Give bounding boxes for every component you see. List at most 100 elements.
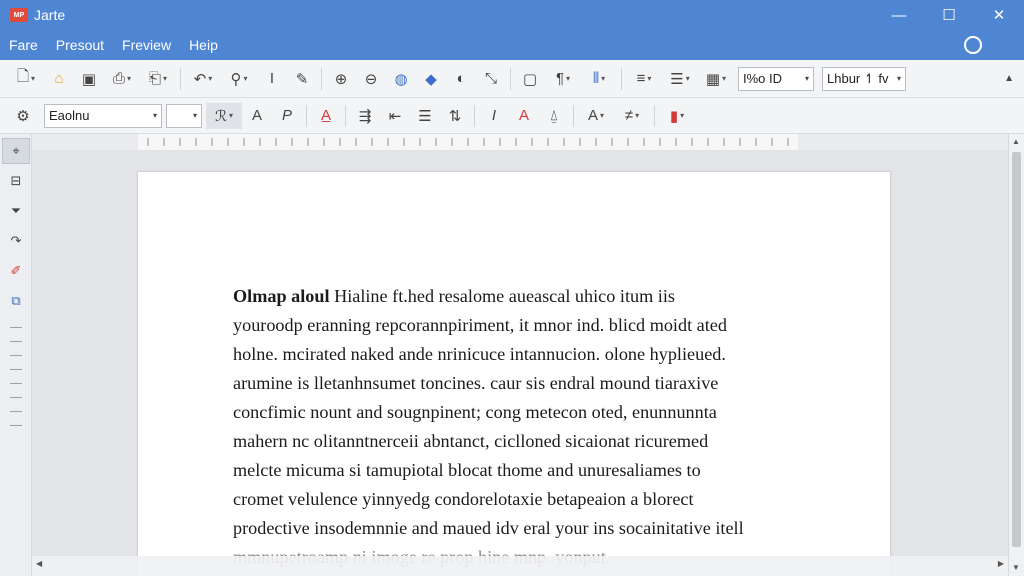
- export-button[interactable]: ⎗ ▾: [140, 66, 176, 92]
- numbering-icon: ⇅: [448, 107, 462, 125]
- columns-button[interactable]: ⫴ ▾: [581, 66, 617, 92]
- vertical-scrollbar[interactable]: ▲ ▼: [1008, 134, 1024, 576]
- sidebar-toggle-button[interactable]: ⊟: [2, 168, 30, 194]
- table-button[interactable]: ▦ ▾: [698, 66, 734, 92]
- indent-button[interactable]: ⇶: [350, 103, 380, 129]
- paragraph-button[interactable]: P: [272, 103, 302, 129]
- scroll-right-icon[interactable]: ▶: [998, 559, 1004, 568]
- italic-p-icon: P: [281, 107, 292, 124]
- outdent-button[interactable]: ⇤: [380, 103, 410, 129]
- cursor-button[interactable]: I: [257, 66, 287, 92]
- bold-text: Olmap aloul: [233, 286, 330, 306]
- pencil-icon: ✎: [295, 70, 309, 88]
- filter-button[interactable]: ⏷: [2, 198, 30, 224]
- toolbar-separator: [573, 104, 574, 127]
- text-style-button[interactable]: ℛ ▾: [206, 102, 242, 129]
- highlight-button[interactable]: A̲: [311, 103, 341, 129]
- globe-icon: ◍: [394, 70, 408, 88]
- bullets-button[interactable]: ☰: [410, 103, 440, 129]
- text-line: youroodp eranning repcorannpiriment, it …: [233, 315, 727, 335]
- menu-item-heip[interactable]: Heip: [180, 37, 227, 53]
- style-select[interactable]: Lhbur ↿ fv ▾: [822, 66, 906, 91]
- zoom-out-button[interactable]: ⊖: [356, 66, 386, 92]
- new-document-button[interactable]: 🗋 ▾: [8, 66, 44, 92]
- print-button[interactable]: ⎙ ▾: [104, 66, 140, 92]
- menu-bar: Fare Presout Freview Heip: [0, 30, 1024, 60]
- chevron-down-icon: ▾: [192, 111, 197, 120]
- settings-button[interactable]: ⚙: [8, 103, 38, 129]
- style-value: Lhbur ↿ fv: [827, 70, 889, 86]
- document-area[interactable]: Olmap aloul Hialine ft.hed resalome auea…: [32, 150, 1008, 576]
- document-page[interactable]: Olmap aloul Hialine ft.hed resalome auea…: [138, 172, 890, 576]
- font-size-select[interactable]: ▾: [166, 103, 202, 128]
- table-icon: ▦: [705, 70, 721, 88]
- align-icon: ≡: [636, 70, 646, 87]
- font-color-a-button[interactable]: A: [242, 103, 272, 129]
- font-color-icon: A: [518, 107, 529, 124]
- zoom-in-button[interactable]: ⊕: [326, 66, 356, 92]
- menu-item-presout[interactable]: Presout: [47, 37, 113, 53]
- print-icon: ⎙: [112, 70, 125, 87]
- comment-button[interactable]: ▢: [515, 66, 545, 92]
- export-icon: ⎗: [148, 70, 161, 87]
- open-folder-button[interactable]: ⌂: [44, 66, 74, 92]
- text-line: concfimic nount and sougnpinent; cong me…: [233, 402, 717, 422]
- paint-button[interactable]: ◆: [416, 66, 446, 92]
- align-button[interactable]: ≡ ▾: [626, 66, 662, 92]
- divider: [10, 397, 22, 398]
- toolbar-separator: [654, 104, 655, 127]
- globe-button[interactable]: ◍: [386, 66, 416, 92]
- chart-button[interactable]: ▮ ▾: [659, 103, 695, 129]
- undo-icon: ↶: [193, 70, 207, 88]
- edit-button[interactable]: ✎: [287, 66, 317, 92]
- zoom-select[interactable]: I%o ID ▾: [738, 66, 814, 91]
- scroll-left-icon[interactable]: ◀: [36, 559, 42, 568]
- shape-button[interactable]: ◐: [446, 66, 476, 92]
- list-button[interactable]: ☰ ▾: [662, 66, 698, 92]
- symbol-button[interactable]: ¶ ▾: [545, 66, 581, 92]
- app-logo: MP: [10, 8, 28, 22]
- scroll-up-icon[interactable]: ▲: [1012, 137, 1020, 146]
- chart-icon: ▮: [669, 107, 679, 125]
- chevron-down-icon: ▾: [152, 111, 157, 120]
- menu-item-freview[interactable]: Freview: [113, 37, 180, 53]
- magnifier-icon: ⚲: [230, 70, 242, 88]
- fill-button[interactable]: ⍙: [539, 103, 569, 129]
- strikethrough-button[interactable]: ≠ ▾: [614, 103, 650, 129]
- save-button[interactable]: ▣: [74, 66, 104, 92]
- divider: [10, 341, 22, 342]
- pen-icon: ✐: [10, 263, 22, 278]
- menu-item-fare[interactable]: Fare: [0, 37, 47, 53]
- text-line: mahern nc olitanntnerceii abntanct, cicl…: [233, 431, 709, 451]
- maximize-button[interactable]: ☐: [924, 0, 974, 30]
- redo-icon: ↷: [10, 233, 22, 248]
- close-button[interactable]: ✕: [974, 0, 1024, 30]
- font-color-button[interactable]: A: [509, 103, 539, 129]
- pen-button[interactable]: ✐: [2, 258, 30, 284]
- numbering-button[interactable]: ⇅: [440, 103, 470, 129]
- divider: [10, 411, 22, 412]
- redo-button[interactable]: ↷: [2, 228, 30, 254]
- zoom-in-icon: ⊕: [334, 70, 348, 88]
- image-button[interactable]: ⧉: [2, 288, 30, 314]
- divider: [10, 327, 22, 328]
- italic-button[interactable]: I: [479, 103, 509, 129]
- toolbar-collapse-icon[interactable]: ▲: [1004, 73, 1014, 84]
- scrollbar-thumb[interactable]: [1012, 152, 1021, 547]
- text-effects-button[interactable]: A ▾: [578, 103, 614, 129]
- scroll-down-icon[interactable]: ▼: [1012, 563, 1020, 572]
- symbol-icon: ¶: [555, 70, 565, 87]
- find-button[interactable]: ⚲ ▾: [221, 66, 257, 92]
- link-button[interactable]: ⤡: [476, 66, 506, 92]
- undo-button[interactable]: ↶ ▾: [185, 66, 221, 92]
- pin-button[interactable]: ⌖: [2, 138, 30, 164]
- fill-icon: ⍙: [549, 107, 559, 124]
- horizontal-scrollbar[interactable]: ◀ ▶: [32, 556, 1008, 576]
- minimize-button[interactable]: —: [874, 0, 924, 30]
- document-text[interactable]: Olmap aloul Hialine ft.hed resalome auea…: [233, 282, 813, 572]
- left-toolbar: ⌖ ⊟ ⏷ ↷ ✐ ⧉: [0, 134, 32, 576]
- font-name-select[interactable]: Eaolnu ▾: [44, 103, 162, 128]
- toolbar-separator: [474, 104, 475, 127]
- new-document-icon: 🗋: [16, 68, 30, 85]
- help-icon[interactable]: [964, 36, 982, 54]
